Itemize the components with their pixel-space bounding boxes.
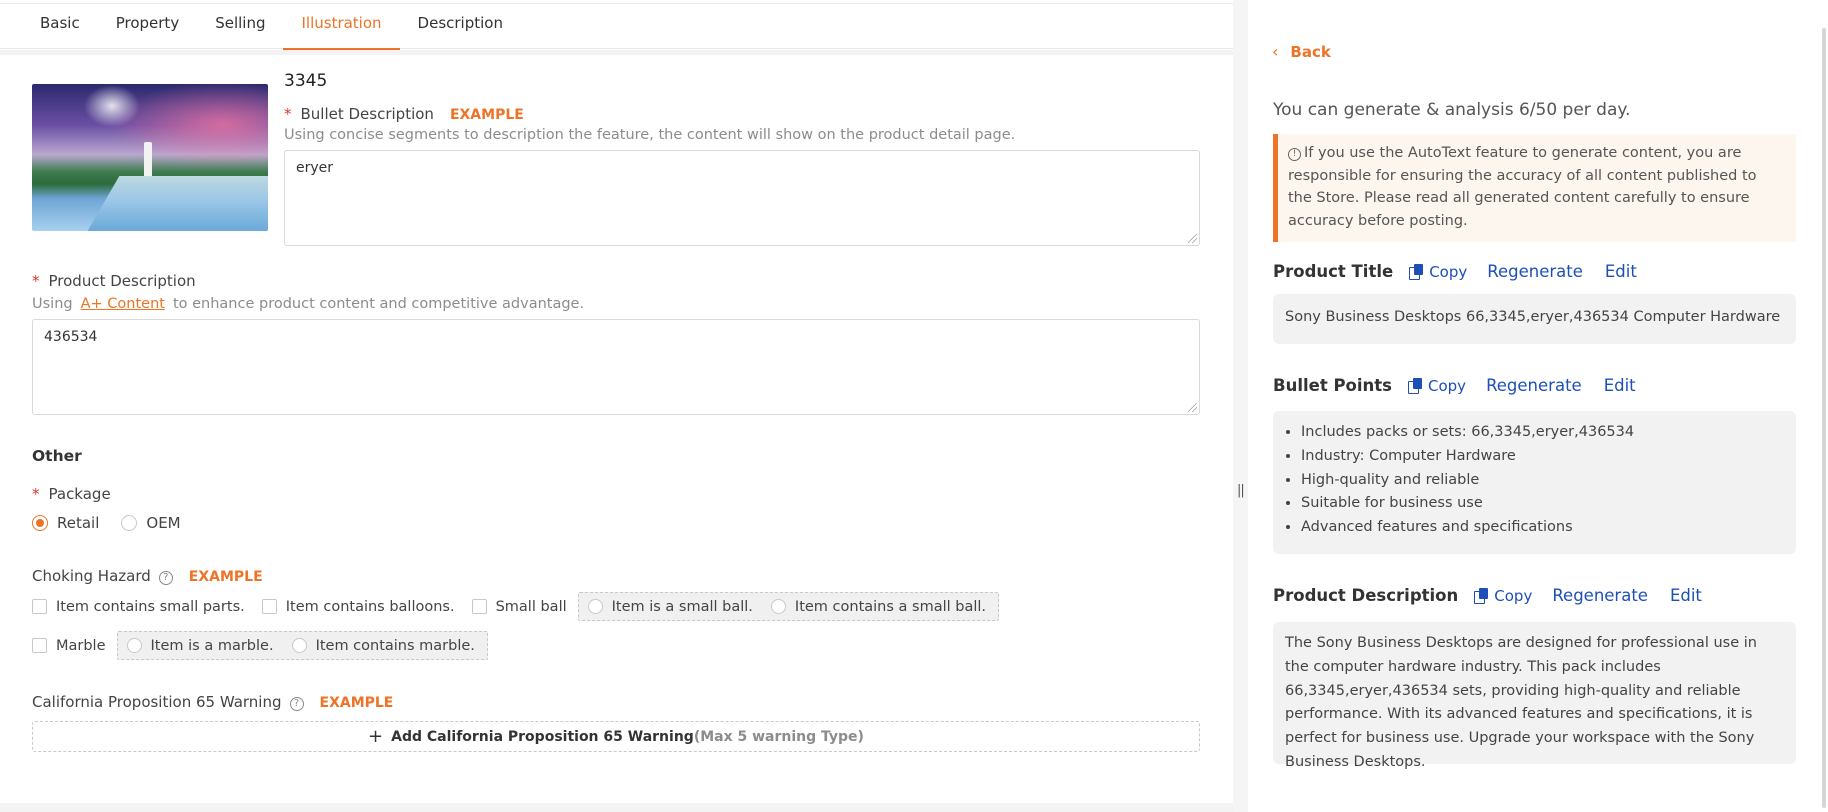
product-thumbnail[interactable] [32, 84, 268, 231]
accuracy-notice: ! If you use the AutoText feature to gene… [1273, 134, 1796, 242]
checkbox[interactable] [32, 599, 47, 614]
edit-description-button[interactable]: Edit [1670, 586, 1702, 605]
checkbox-balloons[interactable]: Item contains balloons. [261, 599, 455, 615]
regenerate-description-button[interactable]: Regenerate [1552, 586, 1648, 605]
required-marker: * [32, 485, 40, 503]
drag-handle-icon[interactable]: || [1237, 483, 1245, 498]
edit-bullets-button[interactable]: Edit [1604, 376, 1636, 395]
thumbnail-river [84, 176, 268, 231]
copy-icon [1474, 588, 1489, 604]
item-title: 3345 [284, 71, 328, 91]
product-title-card: Sony Business Desktops 66,3345,eryer,436… [1273, 294, 1796, 344]
generation-quota: You can generate & analysis 6/50 per day… [1273, 100, 1631, 120]
tab-basic[interactable]: Basic [22, 4, 98, 49]
generated-title-text: Sony Business Desktops 66,3345,eryer,436… [1285, 309, 1781, 325]
copy-icon [1408, 378, 1423, 394]
radio-selected[interactable] [32, 515, 48, 531]
bullet-points-card: Includes packs or sets: 66,3345,eryer,43… [1273, 411, 1796, 554]
back-button[interactable]: ‹ Back [1272, 42, 1331, 61]
tab-divider [0, 50, 1233, 55]
choking-example-link[interactable]: EXAMPLE [189, 569, 263, 585]
checkbox-small-parts[interactable]: Item contains small parts. [32, 599, 245, 615]
radio-unselected[interactable] [291, 638, 307, 653]
required-marker: * [32, 272, 40, 290]
panel-splitter[interactable] [1233, 0, 1248, 812]
small-ball-sub-options: Item is a small ball. Item contains a sm… [577, 592, 1000, 621]
radio-contains-small-ball[interactable]: Item contains a small ball. [770, 599, 986, 615]
bullet-points-header: Bullet Points Copy Regenerate Edit [1273, 376, 1636, 395]
tab-description[interactable]: Description [400, 4, 521, 49]
resize-handle[interactable] [1188, 403, 1197, 412]
autotext-panel: ‹ Back You can generate & analysis 6/50 p… [1248, 0, 1828, 812]
other-section-title: Other [32, 447, 82, 465]
checkbox[interactable] [32, 638, 47, 653]
list-item: Industry: Computer Hardware [1301, 445, 1796, 469]
product-description-header: Product Description Copy Regenerate Edit [1273, 586, 1702, 605]
resize-handle[interactable] [1188, 234, 1197, 243]
radio-unselected[interactable] [587, 599, 603, 614]
add-prop65-warning-button[interactable]: + Add California Proposition 65 Warning (M… [32, 721, 1200, 752]
radio-is-small-ball[interactable]: Item is a small ball. [587, 599, 753, 615]
prop65-label: California Proposition 65 Warning? EXAMPL… [32, 693, 394, 711]
plus-icon: + [368, 726, 384, 747]
product-description-label: * Product Description [32, 272, 196, 290]
a-plus-content-link[interactable]: A+ Content [81, 296, 165, 312]
radio-is-marble[interactable]: Item is a marble. [126, 638, 274, 654]
bullet-description-hint: Using concise segments to description th… [284, 127, 1016, 143]
bullet-description-label: * Bullet Description EXAMPLE [284, 105, 524, 123]
radio-unselected[interactable] [121, 515, 138, 531]
package-label: * Package [32, 485, 111, 503]
copy-bullets-button[interactable]: Copy [1408, 377, 1466, 395]
copy-icon [1409, 264, 1424, 280]
copy-title-button[interactable]: Copy [1409, 263, 1467, 281]
list-item: High-quality and reliable [1301, 469, 1796, 493]
product-title-header: Product Title Copy Regenerate Edit [1273, 262, 1637, 281]
tab-illustration[interactable]: Illustration [283, 4, 400, 50]
choking-options-row-1: Item contains small parts. Item contains… [32, 592, 1000, 621]
list-item: Suitable for business use [1301, 492, 1796, 516]
radio-unselected[interactable] [126, 638, 142, 653]
radio-contains-marble[interactable]: Item contains marble. [291, 638, 475, 654]
chevron-left-icon: ‹ [1272, 42, 1279, 61]
regenerate-bullets-button[interactable]: Regenerate [1486, 376, 1582, 395]
help-icon[interactable]: ? [289, 697, 304, 711]
product-description-value: 436534 [44, 329, 98, 345]
product-description-card: The Sony Business Desktops are designed … [1273, 622, 1796, 770]
list-item: Advanced features and specifications [1301, 516, 1796, 540]
choking-options-row-2: Marble Item is a marble. Item contains m… [32, 631, 488, 660]
right-panel-scrollbar[interactable] [1822, 28, 1826, 808]
info-icon: ! [1288, 148, 1301, 161]
checkbox-marble[interactable]: Marble [32, 638, 106, 654]
radio-unselected[interactable] [770, 599, 786, 614]
bullet-description-value: eryer [296, 160, 334, 176]
editor-panel: Basic Property Selling Illustration Desc… [0, 0, 1233, 812]
bullet-description-textarea[interactable]: eryer [284, 150, 1200, 246]
checkbox-small-ball[interactable]: Small ball [471, 599, 567, 615]
bullet-points-list: Includes packs or sets: 66,3345,eryer,43… [1273, 421, 1796, 540]
tab-selling[interactable]: Selling [197, 4, 283, 49]
list-item: Includes packs or sets: 66,3345,eryer,43… [1301, 421, 1796, 445]
checkbox[interactable] [261, 599, 277, 614]
bottom-divider [0, 803, 1233, 812]
help-icon[interactable]: ? [158, 571, 173, 585]
required-marker: * [284, 105, 292, 123]
tab-property[interactable]: Property [98, 4, 197, 49]
package-option-retail[interactable]: Retail [32, 514, 99, 532]
choking-hazard-label: Choking Hazard? EXAMPLE [32, 567, 263, 585]
product-description-textarea[interactable]: 436534 [32, 319, 1200, 415]
package-option-oem[interactable]: OEM [121, 514, 181, 532]
product-description-hint: Using A+ Content to enhance product conten… [32, 296, 585, 312]
prop65-example-link[interactable]: EXAMPLE [320, 695, 394, 711]
edit-title-button[interactable]: Edit [1605, 262, 1637, 281]
marble-sub-options: Item is a marble. Item contains marble. [116, 631, 488, 660]
app-root: Basic Property Selling Illustration Desc… [0, 0, 1828, 812]
thumbnail-lighthouse [144, 142, 152, 176]
generated-description-text: The Sony Business Desktops are designed … [1285, 635, 1757, 770]
checkbox[interactable] [471, 599, 487, 614]
package-radio-group: Retail OEM [32, 514, 203, 532]
regenerate-title-button[interactable]: Regenerate [1487, 262, 1583, 281]
tab-bar: Basic Property Selling Illustration Desc… [0, 3, 1233, 50]
copy-description-button[interactable]: Copy [1474, 587, 1532, 605]
bullet-example-link[interactable]: EXAMPLE [450, 107, 524, 123]
